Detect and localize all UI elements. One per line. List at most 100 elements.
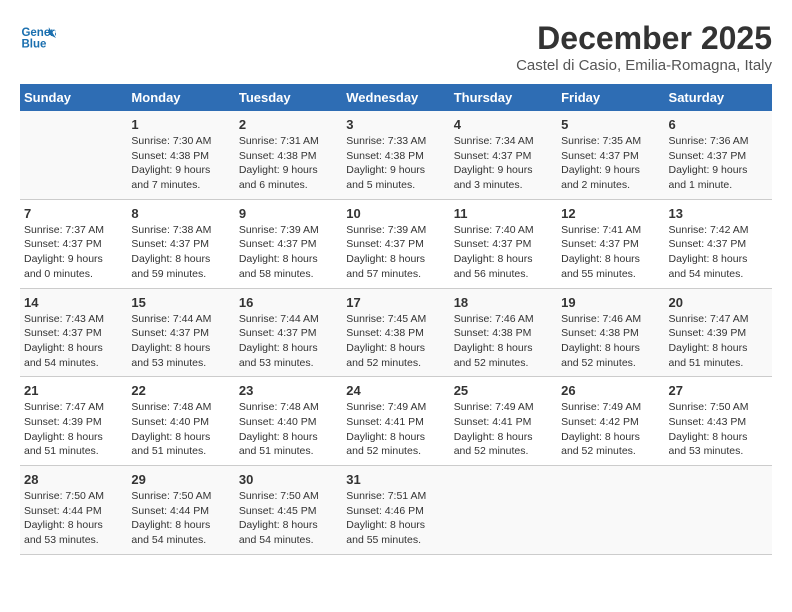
calendar-cell: 16 Sunrise: 7:44 AM Sunset: 4:37 PM Dayli… [235,288,342,377]
day-number: 4 [454,117,553,132]
day-info: Sunrise: 7:45 AM Sunset: 4:38 PM Dayligh… [346,312,445,371]
calendar-cell: 18 Sunrise: 7:46 AM Sunset: 4:38 PM Dayli… [450,288,557,377]
calendar-cell: 1 Sunrise: 7:30 AM Sunset: 4:38 PM Daylig… [127,111,234,199]
day-info: Sunrise: 7:51 AM Sunset: 4:46 PM Dayligh… [346,489,445,548]
day-header: Monday [127,84,234,111]
month-title: December 2025 [516,20,772,57]
logo: General Blue [20,20,56,56]
calendar-cell: 30 Sunrise: 7:50 AM Sunset: 4:45 PM Dayli… [235,466,342,555]
day-number: 27 [669,383,768,398]
calendar-cell: 28 Sunrise: 7:50 AM Sunset: 4:44 PM Dayli… [20,466,127,555]
day-info: Sunrise: 7:39 AM Sunset: 4:37 PM Dayligh… [346,223,445,282]
day-info: Sunrise: 7:43 AM Sunset: 4:37 PM Dayligh… [24,312,123,371]
calendar-cell: 3Sunrise: 7:33 AM Sunset: 4:38 PM Daylig… [342,111,449,199]
calendar-cell: 10 Sunrise: 7:39 AM Sunset: 4:37 PM Dayli… [342,199,449,288]
day-info: Sunrise: 7:44 AM Sunset: 4:37 PM Dayligh… [131,312,230,371]
calendar-header-row: SundayMondayTuesdayWednesdayThursdayFrid… [20,84,772,111]
day-info: Sunrise: 7:42 AM Sunset: 4:37 PM Dayligh… [669,223,768,282]
day-number: 17 [346,295,445,310]
day-info: Sunrise: 7:46 AM Sunset: 4:38 PM Dayligh… [454,312,553,371]
day-info: Sunrise: 7:44 AM Sunset: 4:37 PM Dayligh… [239,312,338,371]
day-header: Thursday [450,84,557,111]
calendar-cell: 19 Sunrise: 7:46 AM Sunset: 4:38 PM Dayli… [557,288,664,377]
day-header: Sunday [20,84,127,111]
day-number: 16 [239,295,338,310]
calendar-cell: 2 Sunrise: 7:31 AM Sunset: 4:38 PM Daylig… [235,111,342,199]
day-info: Sunrise: 7:50 AM Sunset: 4:45 PM Dayligh… [239,489,338,548]
day-info: Sunrise: 7:40 AM Sunset: 4:37 PM Dayligh… [454,223,553,282]
day-info: Sunrise: 7:38 AM Sunset: 4:37 PM Dayligh… [131,223,230,282]
calendar-cell [450,466,557,555]
calendar-cell: 6 Sunrise: 7:36 AM Sunset: 4:37 PM Daylig… [665,111,772,199]
day-info: Sunrise: 7:48 AM Sunset: 4:40 PM Dayligh… [239,400,338,459]
day-number: 19 [561,295,660,310]
calendar-cell [557,466,664,555]
calendar-cell: 17 Sunrise: 7:45 AM Sunset: 4:38 PM Dayli… [342,288,449,377]
day-number: 21 [24,383,123,398]
calendar-cell: 22 Sunrise: 7:48 AM Sunset: 4:40 PM Dayli… [127,377,234,466]
calendar-cell: 24Sunrise: 7:49 AM Sunset: 4:41 PM Dayli… [342,377,449,466]
day-number: 13 [669,206,768,221]
day-number: 10 [346,206,445,221]
calendar-cell: 12 Sunrise: 7:41 AM Sunset: 4:37 PM Dayli… [557,199,664,288]
calendar-week-row: 7 Sunrise: 7:37 AM Sunset: 4:37 PM Daylig… [20,199,772,288]
day-info: Sunrise: 7:31 AM Sunset: 4:38 PM Dayligh… [239,134,338,193]
day-info: Sunrise: 7:50 AM Sunset: 4:44 PM Dayligh… [131,489,230,548]
title-area: December 2025 Castel di Casio, Emilia-Ro… [516,20,772,74]
day-info: Sunrise: 7:36 AM Sunset: 4:37 PM Dayligh… [669,134,768,193]
calendar-cell: 14 Sunrise: 7:43 AM Sunset: 4:37 PM Dayli… [20,288,127,377]
day-number: 22 [131,383,230,398]
day-info: Sunrise: 7:48 AM Sunset: 4:40 PM Dayligh… [131,400,230,459]
day-info: Sunrise: 7:37 AM Sunset: 4:37 PM Dayligh… [24,223,123,282]
day-number: 31 [346,472,445,487]
day-number: 11 [454,206,553,221]
calendar-cell: 4 Sunrise: 7:34 AM Sunset: 4:37 PM Daylig… [450,111,557,199]
day-number: 1 [131,117,230,132]
day-header: Wednesday [342,84,449,111]
day-info: Sunrise: 7:49 AM Sunset: 4:41 PM Dayligh… [454,400,553,459]
day-info: Sunrise: 7:39 AM Sunset: 4:37 PM Dayligh… [239,223,338,282]
day-number: 6 [669,117,768,132]
calendar-week-row: 28 Sunrise: 7:50 AM Sunset: 4:44 PM Dayli… [20,466,772,555]
day-info: Sunrise: 7:35 AM Sunset: 4:37 PM Dayligh… [561,134,660,193]
calendar-cell: 31 Sunrise: 7:51 AM Sunset: 4:46 PM Dayli… [342,466,449,555]
day-header: Tuesday [235,84,342,111]
day-number: 23 [239,383,338,398]
day-info: Sunrise: 7:41 AM Sunset: 4:37 PM Dayligh… [561,223,660,282]
calendar-cell: 29 Sunrise: 7:50 AM Sunset: 4:44 PM Dayli… [127,466,234,555]
calendar-cell: 11 Sunrise: 7:40 AM Sunset: 4:37 PM Dayli… [450,199,557,288]
day-number: 29 [131,472,230,487]
day-info: Sunrise: 7:46 AM Sunset: 4:38 PM Dayligh… [561,312,660,371]
day-info: Sunrise: 7:47 AM Sunset: 4:39 PM Dayligh… [669,312,768,371]
calendar-cell: 21Sunrise: 7:47 AM Sunset: 4:39 PM Dayli… [20,377,127,466]
day-info: Sunrise: 7:50 AM Sunset: 4:43 PM Dayligh… [669,400,768,459]
day-number: 2 [239,117,338,132]
day-info: Sunrise: 7:30 AM Sunset: 4:38 PM Dayligh… [131,134,230,193]
day-info: Sunrise: 7:50 AM Sunset: 4:44 PM Dayligh… [24,489,123,548]
day-number: 30 [239,472,338,487]
calendar-week-row: 1 Sunrise: 7:30 AM Sunset: 4:38 PM Daylig… [20,111,772,199]
day-number: 3 [346,117,445,132]
day-number: 8 [131,206,230,221]
day-number: 26 [561,383,660,398]
calendar-cell: 13 Sunrise: 7:42 AM Sunset: 4:37 PM Dayli… [665,199,772,288]
day-number: 28 [24,472,123,487]
calendar-cell: 8 Sunrise: 7:38 AM Sunset: 4:37 PM Daylig… [127,199,234,288]
calendar-cell: 26Sunrise: 7:49 AM Sunset: 4:42 PM Dayli… [557,377,664,466]
day-number: 7 [24,206,123,221]
logo-icon: General Blue [20,20,56,56]
day-number: 5 [561,117,660,132]
day-number: 20 [669,295,768,310]
day-number: 12 [561,206,660,221]
calendar-cell [20,111,127,199]
day-info: Sunrise: 7:34 AM Sunset: 4:37 PM Dayligh… [454,134,553,193]
day-number: 18 [454,295,553,310]
day-number: 24 [346,383,445,398]
calendar-week-row: 21Sunrise: 7:47 AM Sunset: 4:39 PM Dayli… [20,377,772,466]
day-number: 25 [454,383,553,398]
calendar-cell: 23 Sunrise: 7:48 AM Sunset: 4:40 PM Dayli… [235,377,342,466]
calendar-table: SundayMondayTuesdayWednesdayThursdayFrid… [20,84,772,555]
day-number: 14 [24,295,123,310]
calendar-body: 1 Sunrise: 7:30 AM Sunset: 4:38 PM Daylig… [20,111,772,554]
subtitle: Castel di Casio, Emilia-Romagna, Italy [516,57,772,74]
